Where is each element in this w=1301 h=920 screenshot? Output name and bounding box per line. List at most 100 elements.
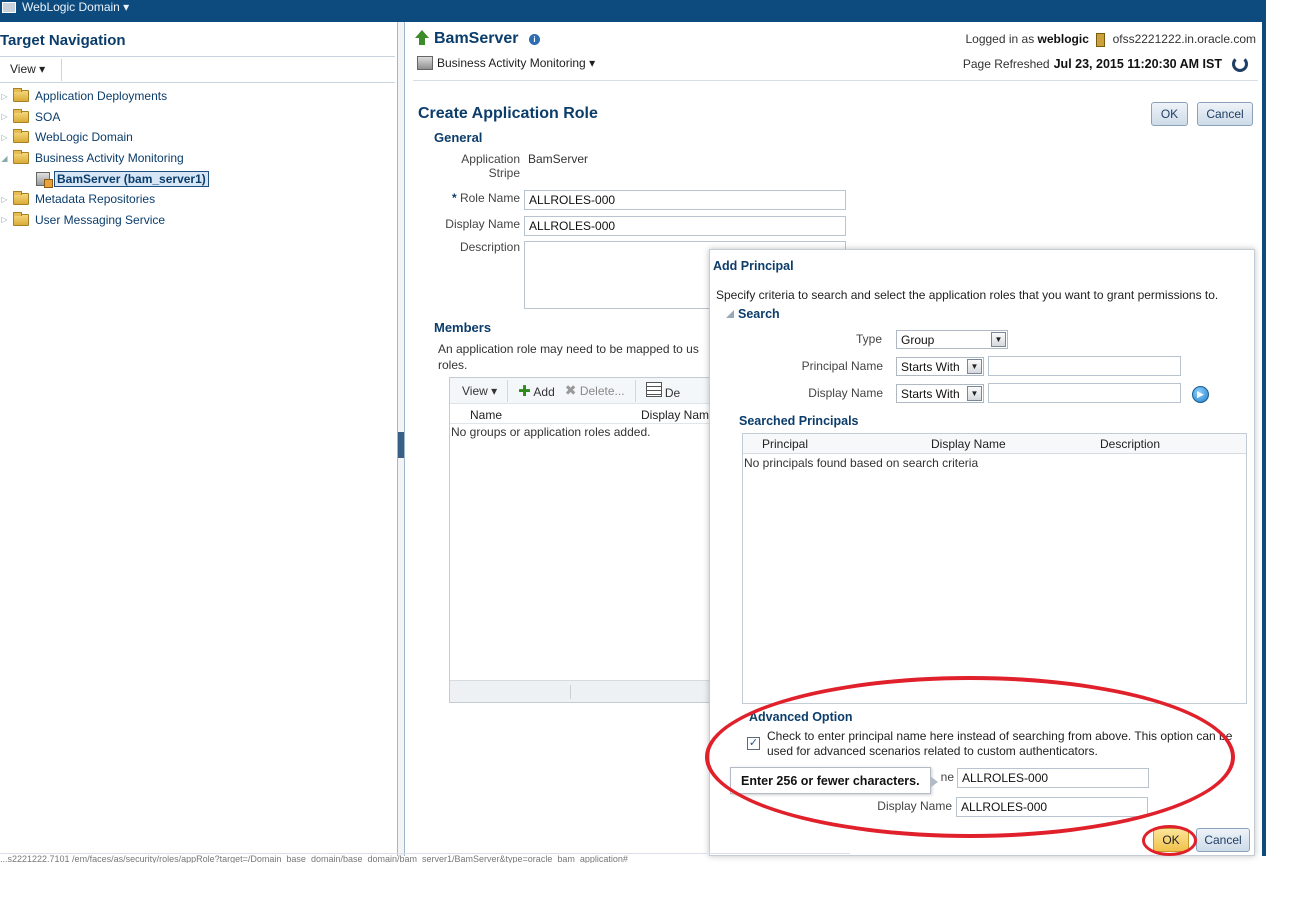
- members-empty-message: No groups or application roles added.: [451, 425, 651, 439]
- expand-icon[interactable]: ▷: [0, 215, 9, 224]
- divider: [507, 379, 509, 402]
- advanced-option-checkbox[interactable]: ✓: [747, 737, 760, 750]
- chevron-down-icon[interactable]: ▼: [967, 359, 982, 374]
- principal-name-operator-select[interactable]: Starts With ▼: [896, 357, 984, 376]
- role-name-input[interactable]: ALLROLES-000: [524, 190, 846, 210]
- adv-principal-name-input[interactable]: ALLROLES-000: [957, 768, 1149, 788]
- table-view-menu[interactable]: View ▾: [462, 384, 497, 398]
- domain-icon: [2, 1, 16, 13]
- application-stripe-value: BamServer: [528, 152, 589, 166]
- logged-in-user[interactable]: weblogic: [1038, 32, 1089, 46]
- stripe-label-line1: Application: [461, 152, 520, 166]
- column-description[interactable]: Description: [1100, 437, 1160, 451]
- folder-icon: [13, 150, 29, 165]
- add-button[interactable]: ✚ Add: [518, 382, 555, 400]
- dialog-ok-button[interactable]: OK: [1153, 828, 1189, 852]
- add-icon: ✚: [518, 382, 531, 400]
- divider: [0, 56, 395, 57]
- info-icon[interactable]: i: [529, 34, 540, 45]
- dialog-title: Add Principal: [713, 259, 794, 273]
- column-display-name[interactable]: Display Name: [641, 408, 716, 422]
- cancel-button[interactable]: Cancel: [1197, 102, 1253, 126]
- tree-item-label: Metadata Repositories: [35, 192, 156, 207]
- detach-button[interactable]: De: [645, 381, 681, 400]
- principal-name-input[interactable]: [988, 356, 1181, 376]
- delete-button[interactable]: ✖ Delete...: [565, 382, 625, 399]
- divider: [61, 59, 62, 81]
- page-title: Create Application Role: [418, 105, 598, 122]
- collapse-pane-handle[interactable]: [398, 432, 404, 458]
- description-label: Description: [459, 240, 520, 254]
- delete-icon: ✖: [564, 382, 577, 398]
- chevron-down-icon[interactable]: ▼: [967, 386, 982, 401]
- tree-item-soa[interactable]: ▷ SOA: [0, 107, 209, 128]
- folder-icon: [13, 211, 29, 226]
- bam-menu-label: Business Activity Monitoring ▾: [437, 56, 596, 70]
- weblogic-domain-menu[interactable]: WebLogic Domain ▾: [2, 0, 129, 14]
- collapse-triangle-icon: [726, 310, 734, 318]
- tree-item-label: Business Activity Monitoring: [35, 151, 184, 166]
- tree-item-metadata-repositories[interactable]: ▷ Metadata Repositories: [0, 189, 209, 210]
- display-name-operator-select[interactable]: Starts With ▼: [896, 384, 984, 403]
- expand-icon[interactable]: ▷: [0, 112, 9, 121]
- logged-in-prefix: Logged in as: [965, 32, 1035, 46]
- server-up-icon: [415, 30, 429, 45]
- display-name-input[interactable]: ALLROLES-000: [524, 216, 846, 236]
- dialog-cancel-button[interactable]: Cancel: [1196, 828, 1250, 852]
- tree-item-application-deployments[interactable]: ▷ Application Deployments: [0, 86, 209, 107]
- page-refreshed-info: Page Refreshed Jul 23, 2015 11:20:30 AM …: [963, 56, 1248, 72]
- server-title: BamServer: [434, 30, 519, 47]
- column-name[interactable]: Name: [470, 408, 502, 422]
- members-description: An application role may need to be mappe…: [438, 342, 699, 372]
- add-principal-dialog: Add Principal Specify criteria to search…: [709, 249, 1255, 856]
- members-heading: Members: [434, 320, 492, 335]
- principals-empty-message: No principals found based on search crit…: [744, 456, 979, 470]
- refresh-icon[interactable]: [1232, 56, 1248, 72]
- bam-icon: [417, 56, 433, 70]
- expand-icon[interactable]: ▷: [0, 195, 9, 204]
- display-name-search-input[interactable]: [988, 383, 1181, 403]
- tree-item-label: SOA: [35, 109, 61, 124]
- searched-principals-table: Principal Display Name Description No pr…: [742, 433, 1247, 704]
- panel-splitter[interactable]: [398, 22, 405, 856]
- display-operator-value: Starts With: [901, 386, 960, 401]
- folder-icon: [13, 88, 29, 103]
- business-activity-monitoring-menu[interactable]: Business Activity Monitoring ▾: [417, 56, 595, 70]
- navigation-tree: ▷ Application Deployments ▷ SOA ▷ WebLog…: [0, 86, 209, 230]
- right-window-edge: [1262, 0, 1266, 856]
- character-limit-tooltip: Enter 256 or fewer characters.: [730, 767, 938, 794]
- chevron-down-icon[interactable]: ▼: [991, 332, 1006, 347]
- expand-icon[interactable]: ▷: [0, 133, 9, 142]
- search-go-icon[interactable]: ▶: [1192, 386, 1209, 403]
- nav-view-menu[interactable]: View ▾: [10, 62, 45, 76]
- dialog-instructions: Specify criteria to search and select th…: [716, 288, 1219, 302]
- adv-display-name-input[interactable]: ALLROLES-000: [956, 797, 1148, 817]
- display-name-search-label: Display Name: [808, 386, 883, 400]
- folder-icon: [13, 191, 29, 206]
- folder-icon: [13, 129, 29, 144]
- type-select[interactable]: Group ▼: [896, 330, 1008, 349]
- bam-server-icon: [36, 171, 53, 188]
- delete-label: Delete...: [579, 384, 625, 398]
- expand-icon[interactable]: ▷: [0, 92, 9, 101]
- tree-item-business-activity-monitoring[interactable]: ◢ Business Activity Monitoring: [0, 148, 209, 169]
- tree-item-label: BamServer (bam_server1): [54, 170, 209, 187]
- members-table: View ▾ ✚ Add ✖ Delete... De Name Display…: [449, 377, 719, 703]
- members-column-header: Name Display Name: [450, 406, 718, 424]
- tree-item-user-messaging-service[interactable]: ▷ User Messaging Service: [0, 210, 209, 231]
- ok-button[interactable]: OK: [1151, 102, 1188, 126]
- refreshed-prefix: Page Refreshed: [962, 57, 1050, 71]
- advanced-option-text: Check to enter principal name here inste…: [767, 729, 1233, 758]
- detach-label: De: [664, 385, 681, 400]
- column-display-name[interactable]: Display Name: [931, 437, 1006, 451]
- display-name-label: Display Name: [445, 217, 520, 231]
- collapse-icon[interactable]: ◢: [0, 154, 9, 163]
- divider: [413, 80, 1258, 81]
- tree-item-bamserver[interactable]: BamServer (bam_server1): [0, 168, 209, 189]
- tree-item-weblogic-domain[interactable]: ▷ WebLogic Domain: [0, 127, 209, 148]
- principal-name-label: Principal Name: [801, 359, 883, 373]
- column-principal[interactable]: Principal: [762, 437, 808, 451]
- weblogic-domain-menu-label: WebLogic Domain ▾: [22, 0, 130, 14]
- search-section-toggle[interactable]: Search: [726, 307, 780, 321]
- members-table-footer: [450, 680, 718, 702]
